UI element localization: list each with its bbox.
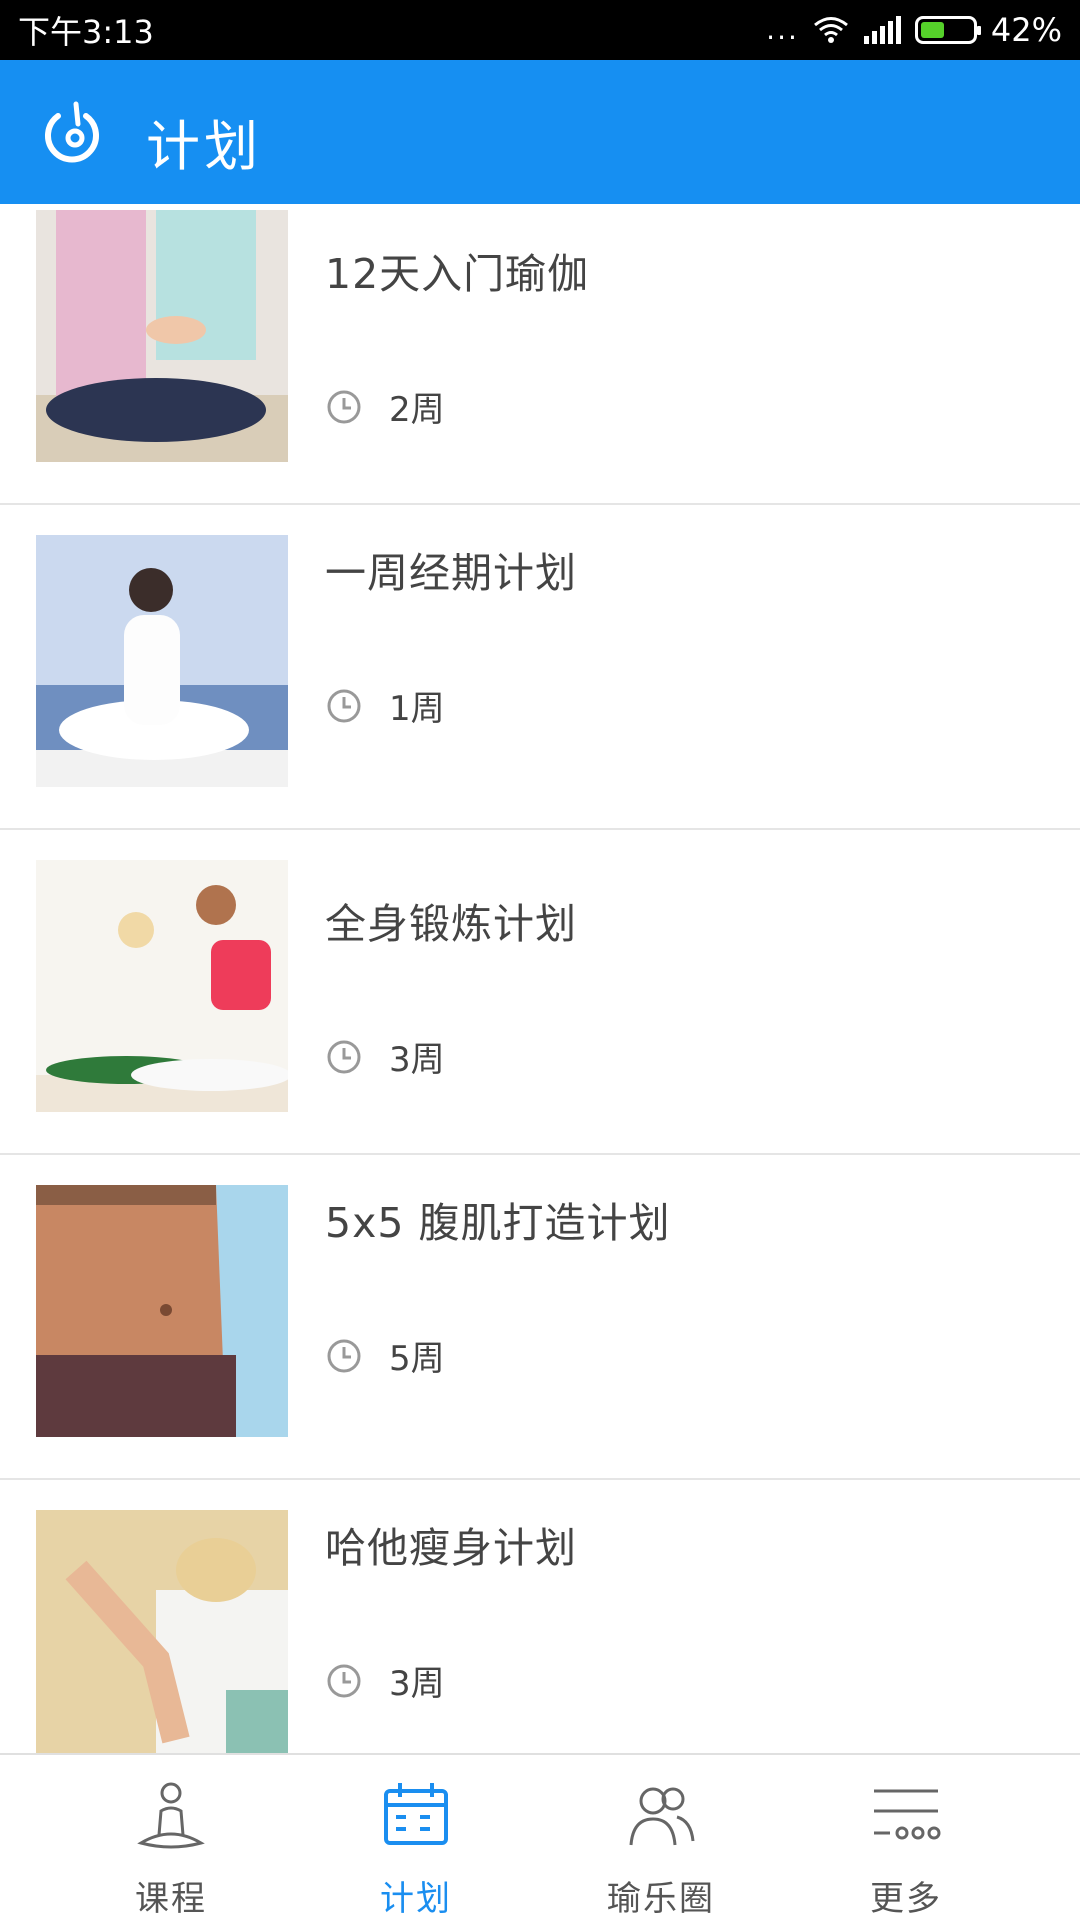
clock-icon xyxy=(327,1664,361,1697)
bottom-tab-bar: 课程 计划 瑜乐圈 更多 xyxy=(0,1753,1080,1920)
plan-name: 5x5 腹肌打造计划 xyxy=(325,1199,671,1247)
battery-percent: 42% xyxy=(990,11,1062,49)
page-title: 计划 xyxy=(146,115,262,178)
plan-item[interactable]: 一周经期计划 1周 xyxy=(0,505,1080,830)
plan-item[interactable]: 哈他瘦身计划 3周 xyxy=(0,1480,1080,1753)
wifi-icon xyxy=(813,17,848,43)
clock-icon xyxy=(327,689,361,722)
status-icons: ... 42% xyxy=(766,11,1062,49)
notification-dots: ... xyxy=(766,13,799,46)
plan-name: 一周经期计划 xyxy=(325,549,577,597)
plan-duration: 1周 xyxy=(389,689,445,729)
plan-item[interactable]: 全身锻炼计划 3周 xyxy=(0,830,1080,1155)
plan-duration-row: 3周 xyxy=(325,1032,445,1081)
tab-label: 课程 xyxy=(135,1879,207,1919)
plan-duration: 5周 xyxy=(389,1339,445,1379)
tab-label: 计划 xyxy=(380,1879,452,1919)
plan-duration: 3周 xyxy=(389,1040,445,1080)
clock-icon xyxy=(327,390,361,423)
plan-name: 12天入门瑜伽 xyxy=(325,250,590,298)
plan-duration-row: 5周 xyxy=(325,1331,445,1380)
tab-community[interactable]: 瑜乐圈 xyxy=(526,1755,796,1920)
clock-icon xyxy=(327,1040,361,1073)
clock-icon xyxy=(327,1339,361,1372)
meditation-icon xyxy=(137,1782,205,1849)
tab-label: 更多 xyxy=(870,1879,942,1919)
plan-duration: 2周 xyxy=(389,390,445,430)
people-icon xyxy=(629,1787,695,1846)
more-icon xyxy=(874,1789,941,1840)
plan-thumbnail xyxy=(36,535,288,787)
plan-name: 哈他瘦身计划 xyxy=(325,1524,577,1572)
calendar-icon xyxy=(384,1783,448,1845)
plan-thumbnail xyxy=(36,1510,288,1753)
plan-thumbnail xyxy=(36,210,288,462)
plan-thumbnail xyxy=(36,1185,288,1437)
battery-icon xyxy=(914,16,981,44)
plan-list[interactable]: 12天入门瑜伽 2周 一周经期计划 1周 全身锻炼计划 3周 5x5 腹肌打造计… xyxy=(0,204,1080,1753)
plan-duration-row: 3周 xyxy=(325,1656,445,1705)
app-logo-icon[interactable] xyxy=(40,96,110,166)
plan-duration: 3周 xyxy=(389,1664,445,1704)
tab-label: 瑜乐圈 xyxy=(607,1879,715,1919)
plan-item[interactable]: 12天入门瑜伽 2周 xyxy=(0,204,1080,505)
app-bar: 计划 xyxy=(0,60,1080,204)
tab-more[interactable]: 更多 xyxy=(771,1755,1041,1920)
plan-thumbnail xyxy=(36,860,288,1112)
plan-duration-row: 2周 xyxy=(325,382,445,431)
tab-plans[interactable]: 计划 xyxy=(281,1755,551,1920)
plan-item[interactable]: 5x5 腹肌打造计划 5周 xyxy=(0,1155,1080,1480)
status-time: 下午3:13 xyxy=(18,13,154,51)
plan-duration-row: 1周 xyxy=(325,681,445,730)
plan-name: 全身锻炼计划 xyxy=(325,900,577,948)
status-bar: 下午3:13 ... 42% xyxy=(0,0,1080,60)
signal-icon xyxy=(863,16,901,44)
tab-courses[interactable]: 课程 xyxy=(36,1755,306,1920)
